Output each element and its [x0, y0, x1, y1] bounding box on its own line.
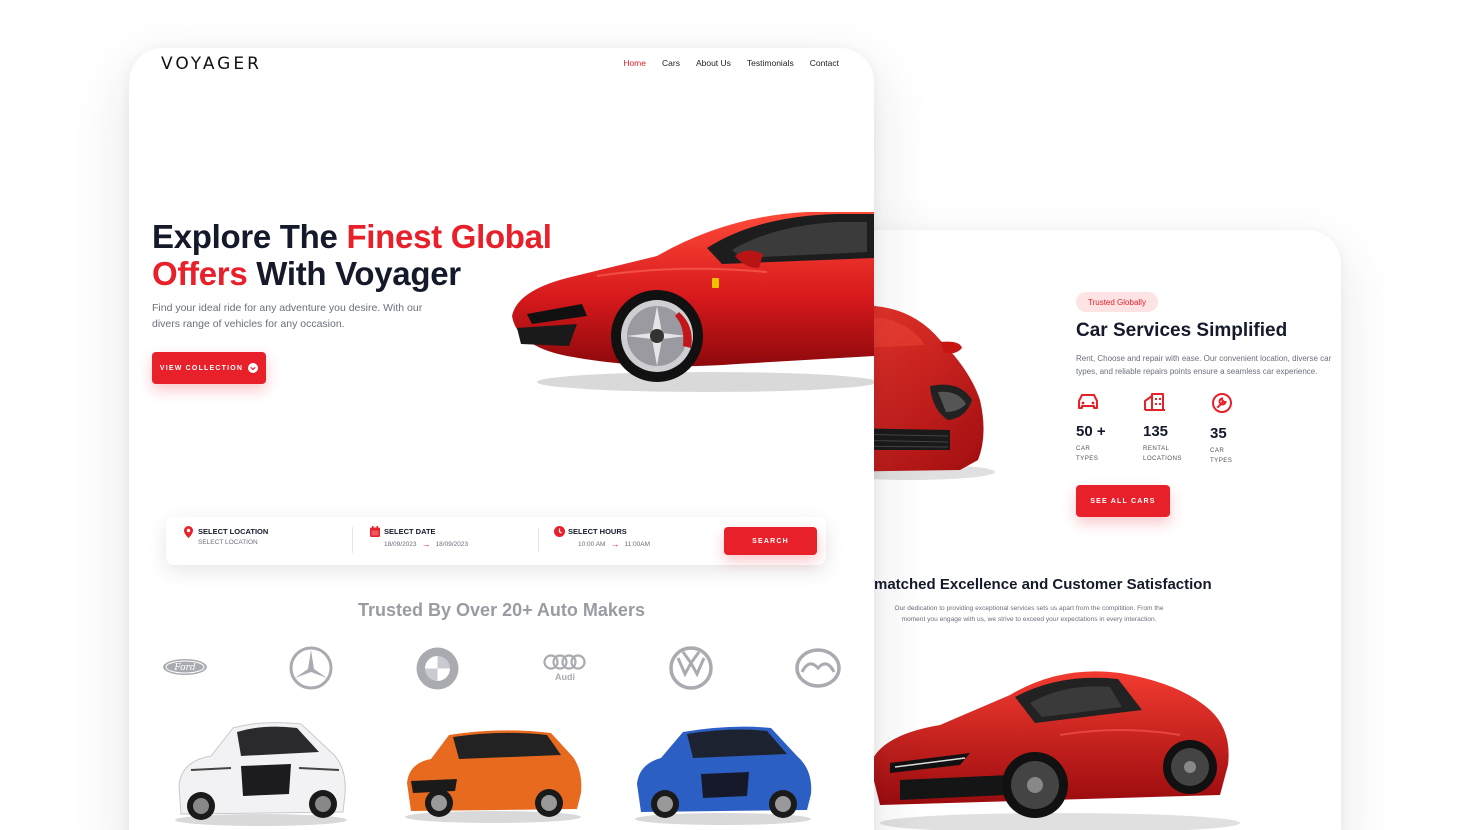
trusted-makers-title: Trusted By Over 20+ Auto Makers	[358, 600, 645, 620]
services-title: Car Services Simplified	[1076, 320, 1288, 341]
excellence-description: Our dedication to providing exceptional …	[894, 605, 1164, 623]
search-button[interactable]: SEARCH	[724, 527, 817, 555]
hero-red-sports-car-image	[512, 212, 874, 392]
nav-home[interactable]: Home	[623, 58, 646, 68]
nav-cars[interactable]: Cars	[662, 58, 680, 68]
volkswagen-logo	[669, 646, 713, 690]
home-page-panel: VOYAGER Home Cars About Us Testimonials …	[129, 48, 874, 830]
hours-field[interactable]: SELECT HOURS 10:00 AM → 11:00AM	[554, 526, 650, 549]
divider	[352, 527, 353, 553]
stat-car-types: 50 + CAR TYPES	[1076, 392, 1106, 464]
car-icon	[1078, 394, 1098, 409]
bmw-logo	[416, 647, 459, 690]
wrench-icon	[1212, 393, 1232, 413]
nav-testimonials[interactable]: Testimonials	[747, 58, 794, 68]
red-supercar-image	[870, 671, 1240, 830]
services-page-panel: Trusted Globally Car Services Simplified…	[820, 230, 1341, 830]
location-field[interactable]: SELECT LOCATION SELECT LOCATION	[184, 526, 268, 546]
audi-logo: Audi	[543, 654, 586, 682]
arrow-right-icon: →	[421, 539, 431, 549]
blue-suv-image	[635, 726, 812, 825]
nav-about-us[interactable]: About Us	[696, 58, 731, 68]
arrow-right-icon: →	[610, 539, 620, 549]
showcase-stage: Trusted Globally Car Services Simplified…	[0, 0, 1470, 830]
calendar-icon	[370, 526, 380, 537]
stat-car-types-2: 35 CAR TYPES	[1210, 392, 1234, 466]
hero-subtitle: Find your ideal ride for any adventure y…	[152, 302, 423, 330]
view-collection-button[interactable]: VIEW COLLECTION	[152, 352, 266, 384]
hero-title: Explore The Finest Global Offers With Vo…	[152, 218, 552, 292]
ford-logo: Ford	[163, 659, 207, 675]
white-suv-image	[175, 722, 347, 826]
main-nav: Home Cars About Us Testimonials Contact	[623, 58, 839, 68]
chevron-down-icon	[248, 363, 259, 373]
svg-text:Ford: Ford	[173, 663, 195, 673]
excellence-title: matched Excellence and Customer Satisfac…	[874, 576, 1212, 593]
date-field[interactable]: SELECT DATE 18/09/2023 → 18/09/2023	[370, 526, 468, 549]
mercedes-logo	[289, 646, 333, 690]
svg-text:Audi: Audi	[555, 672, 575, 682]
clock-icon	[554, 526, 565, 537]
services-description: Rent, Choose and repair with ease. Our c…	[1076, 354, 1332, 376]
stat-rental-locations: 135 RENTAL LOCATIONS	[1143, 392, 1182, 464]
divider	[538, 527, 539, 553]
voyager-logo[interactable]: VOYAGER	[161, 54, 262, 74]
orange-suv-image	[405, 730, 582, 823]
trusted-globally-badge: Trusted Globally	[1076, 292, 1158, 312]
building-icon	[1144, 393, 1165, 411]
nav-contact[interactable]: Contact	[810, 58, 839, 68]
mazda-logo	[795, 648, 841, 688]
see-all-cars-button[interactable]: SEE ALL CARS	[1076, 485, 1170, 517]
booking-search-bar: SELECT LOCATION SELECT LOCATION SELECT D…	[166, 517, 826, 565]
location-pin-icon	[184, 526, 193, 538]
